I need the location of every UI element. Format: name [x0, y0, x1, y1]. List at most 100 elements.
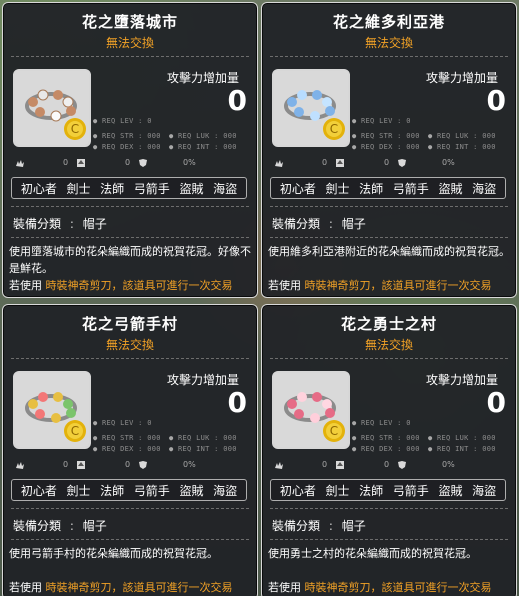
- attack-bonus-value: 0: [486, 84, 506, 117]
- job-thief: 盜賊: [438, 483, 463, 498]
- notice-text: 時裝神奇剪刀，該道具可進行一次交易: [304, 581, 492, 594]
- shield-icon: [138, 156, 148, 170]
- shield-icon: [397, 156, 407, 170]
- item-tooltip-card-2: 花之維多利亞港 無法交換 C 攻擊力增加量 0 ● REQ LEV : 0 ● …: [261, 2, 517, 298]
- req-str: ● REQ STR : 000: [352, 132, 420, 140]
- divider: [11, 508, 249, 509]
- item-tooltip-card-3: 花之弓箭手村 無法交換 C 攻擊力增加量 0 ● REQ LEV : 0 ● R…: [2, 304, 258, 596]
- stat-value-2: 0: [125, 158, 131, 167]
- job-magician: 法師: [359, 181, 384, 196]
- job-bowman: 弓箭手: [392, 181, 429, 196]
- flower-crown-icon: C: [15, 71, 89, 145]
- trade-status: 無法交換: [364, 36, 413, 50]
- item-tooltip-card-4: 花之勇士之村 無法交換 C 攻擊力增加量 0 ● REQ LEV : 0 ● R…: [261, 304, 517, 596]
- item-image: C: [272, 69, 350, 147]
- trade-notice: 若使用 時裝神奇剪刀，該道具可進行一次交易: [9, 579, 257, 596]
- job-magician: 法師: [100, 181, 125, 196]
- item-image: C: [272, 371, 350, 449]
- item-description: 使用維多利亞港附近的花朵編織而成的祝賀花冠。: [268, 245, 510, 258]
- notice-text: 時裝神奇剪刀，該道具可進行一次交易: [304, 279, 492, 292]
- job-thief: 盜賊: [179, 181, 204, 196]
- job-warrior: 劍士: [325, 483, 350, 498]
- divider: [270, 358, 508, 359]
- item-image: C: [13, 371, 91, 449]
- job-bowman: 弓箭手: [392, 483, 429, 498]
- req-dex: ● REQ DEX : 000: [352, 445, 420, 453]
- job-pirate: 海盜: [213, 181, 238, 196]
- req-int: ● REQ INT : 000: [169, 445, 237, 453]
- shield-icon: [138, 458, 148, 472]
- req-level: ● REQ LEV : 0: [352, 419, 411, 427]
- notice-text: 時裝神奇剪刀，該道具可進行一次交易: [45, 279, 233, 292]
- req-level: ● REQ LEV : 0: [352, 117, 411, 125]
- stat-value-3: 0%: [442, 460, 455, 469]
- trade-notice: 若使用 時裝神奇剪刀，該道具可進行一次交易: [9, 277, 257, 294]
- svg-text:C: C: [71, 122, 79, 136]
- upgrade-icon: [76, 458, 86, 472]
- upgrade-icon: [335, 156, 345, 170]
- job-restrictions: 初心者 劍士 法師 弓箭手 盜賊 海盜: [11, 177, 247, 199]
- flower-crown-icon: C: [15, 373, 89, 447]
- equipment-type-value: 帽子: [82, 519, 107, 533]
- item-description: 使用勇士之村的花朵編織而成的祝賀花冠。: [268, 547, 477, 560]
- job-bowman: 弓箭手: [133, 483, 170, 498]
- stat-value-2: 0: [125, 460, 131, 469]
- item-title: 花之墮落城市: [81, 13, 178, 31]
- upgrade-icon: [335, 458, 345, 472]
- divider: [11, 237, 249, 238]
- stat-value-3: 0%: [183, 158, 196, 167]
- divider: [270, 237, 508, 238]
- job-warrior: 劍士: [66, 181, 91, 196]
- attack-bonus-value: 0: [486, 386, 506, 419]
- divider: [270, 508, 508, 509]
- req-luk: ● REQ LUK : 000: [428, 434, 496, 442]
- trade-status: 無法交換: [364, 338, 413, 352]
- trade-status: 無法交換: [105, 36, 154, 50]
- stats-row: 0 0 0%: [13, 458, 249, 472]
- job-warrior: 劍士: [325, 181, 350, 196]
- item-description: 使用墮落城市的花朵編織而成的祝賀花冠。好像不是鮮花。: [9, 245, 251, 275]
- stats-row: 0 0 0%: [272, 156, 508, 170]
- equipment-type-label: 裝備分類: [272, 519, 321, 533]
- svg-text:C: C: [71, 424, 79, 438]
- shield-icon: [397, 458, 407, 472]
- job-restrictions: 初心者 劍士 法師 弓箭手 盜賊 海盜: [270, 177, 506, 199]
- req-dex: ● REQ DEX : 000: [93, 143, 161, 151]
- equipment-type-row: 裝備分類 : 帽子: [13, 217, 107, 231]
- equipment-type-row: 裝備分類 : 帽子: [13, 519, 107, 533]
- job-beginner: 初心者: [20, 181, 57, 196]
- req-luk: ● REQ LUK : 000: [169, 434, 237, 442]
- stat-value-1: 0: [322, 460, 328, 469]
- item-title: 花之弓箭手村: [81, 315, 178, 333]
- divider: [11, 56, 249, 57]
- flower-crown-icon: C: [274, 373, 348, 447]
- job-thief: 盜賊: [179, 483, 204, 498]
- item-title: 花之勇士之村: [340, 315, 437, 333]
- hand-icon: [15, 458, 25, 472]
- req-int: ● REQ INT : 000: [169, 143, 237, 151]
- req-level: ● REQ LEV : 0: [93, 419, 152, 427]
- job-warrior: 劍士: [66, 483, 91, 498]
- flower-crown-icon: C: [274, 71, 348, 145]
- job-beginner: 初心者: [279, 483, 316, 498]
- divider: [270, 56, 508, 57]
- job-beginner: 初心者: [20, 483, 57, 498]
- stat-value-1: 0: [63, 158, 69, 167]
- req-str: ● REQ STR : 000: [352, 434, 420, 442]
- job-restrictions: 初心者 劍士 法師 弓箭手 盜賊 海盜: [270, 479, 506, 501]
- job-magician: 法師: [100, 483, 125, 498]
- stat-value-3: 0%: [442, 158, 455, 167]
- divider: [270, 206, 508, 207]
- req-int: ● REQ INT : 000: [428, 445, 496, 453]
- notice-prefix: 若使用: [268, 581, 301, 594]
- req-str: ● REQ STR : 000: [93, 434, 161, 442]
- req-str: ● REQ STR : 000: [93, 132, 161, 140]
- attack-bonus-value: 0: [227, 84, 247, 117]
- job-pirate: 海盜: [213, 483, 238, 498]
- job-beginner: 初心者: [279, 181, 316, 196]
- job-pirate: 海盜: [472, 483, 497, 498]
- item-title: 花之維多利亞港: [332, 13, 445, 31]
- stat-value-3: 0%: [183, 460, 196, 469]
- equipment-type-value: 帽子: [341, 519, 366, 533]
- item-description: 使用弓箭手村的花朵編織而成的祝賀花冠。: [9, 547, 218, 560]
